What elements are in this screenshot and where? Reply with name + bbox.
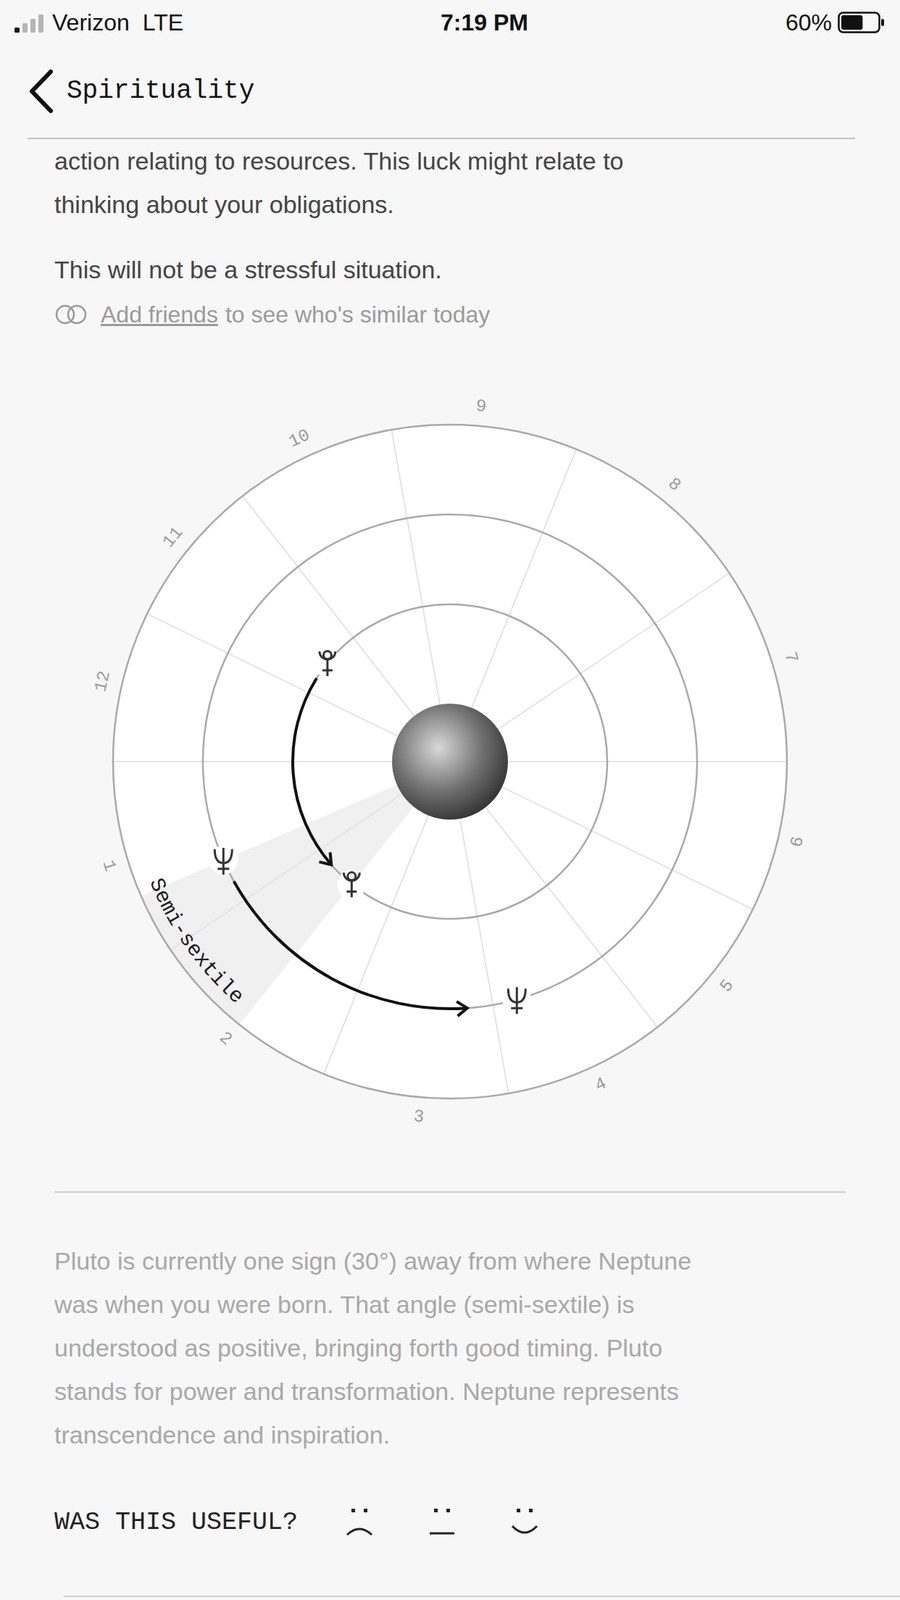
back-button[interactable]: Spirituality bbox=[27, 68, 255, 114]
smile-face-icon bbox=[506, 1504, 543, 1541]
frown-face-button[interactable] bbox=[341, 1504, 378, 1541]
house-number: 11 bbox=[158, 523, 187, 552]
neutral-face-icon bbox=[423, 1504, 461, 1541]
house-number: 3 bbox=[413, 1106, 426, 1127]
explanation-line: Pluto is currently one sign (30°) away f… bbox=[54, 1239, 846, 1283]
house-number: 9 bbox=[475, 396, 488, 417]
feedback-question: WAS THIS USEFUL? bbox=[54, 1503, 298, 1543]
house-cusp-line bbox=[391, 429, 440, 705]
house-cusp-line bbox=[113, 760, 393, 763]
bottom-divider bbox=[63, 1595, 900, 1598]
stress-line: This will not be a stressful situation. bbox=[54, 247, 846, 292]
network-label: LTE bbox=[142, 5, 184, 40]
house-cusp-line bbox=[242, 496, 415, 716]
explanation-section: Pluto is currently one sign (30°) away f… bbox=[0, 1239, 900, 1457]
nav-bar: Spirituality bbox=[27, 44, 856, 140]
back-label[interactable]: Spirituality bbox=[66, 71, 255, 111]
battery-label: 60% bbox=[785, 5, 832, 40]
house-number: 5 bbox=[715, 976, 738, 997]
house-cusp-line bbox=[471, 449, 577, 708]
house-number: 2 bbox=[215, 1027, 236, 1050]
house-number: 1 bbox=[97, 857, 120, 874]
friends-row: Add friendsto see who's similar today bbox=[54, 297, 846, 332]
orbit-ring bbox=[202, 514, 698, 1009]
house-cusp-line bbox=[460, 818, 509, 1094]
carrier-label: Verizon bbox=[52, 5, 130, 40]
feedback-row: WAS THIS USEFUL? bbox=[0, 1497, 900, 1548]
orbit-ring bbox=[113, 424, 787, 1099]
house-cusp-line bbox=[485, 807, 658, 1027]
explanation-line: stands for power and transformation. Nep… bbox=[54, 1369, 846, 1414]
divider bbox=[54, 1191, 846, 1193]
back-chevron-icon bbox=[27, 68, 56, 114]
house-cusp-line bbox=[507, 760, 787, 763]
earth-image bbox=[392, 703, 508, 820]
explanation-line: was when you were born. That angle (semi… bbox=[54, 1282, 846, 1327]
friends-icon bbox=[54, 303, 88, 326]
frown-face-icon bbox=[341, 1504, 378, 1541]
house-number: 7 bbox=[779, 649, 802, 666]
smile-face-button[interactable] bbox=[506, 1504, 543, 1541]
aspect-label: Semi-sextile bbox=[144, 874, 249, 1009]
house-number: 10 bbox=[285, 425, 314, 453]
status-right: 60% bbox=[785, 5, 886, 40]
natal-neptune-icon bbox=[214, 847, 232, 875]
neptune-motion-arrow bbox=[234, 881, 468, 1009]
friends-text: to see who's similar today bbox=[225, 297, 490, 332]
time-label: 7:19 PM bbox=[440, 5, 529, 40]
neutral-face-button[interactable] bbox=[423, 1504, 461, 1541]
feedback-faces bbox=[341, 1504, 543, 1541]
battery-icon bbox=[837, 11, 886, 34]
signal-icon bbox=[14, 12, 47, 33]
reading-line: action relating to resources. This luck … bbox=[54, 139, 846, 183]
house-cusp-line bbox=[170, 794, 402, 950]
transit-chart: 123456789101112Semi-sextile bbox=[0, 376, 900, 1145]
aspect-wedge bbox=[141, 761, 450, 1025]
reading-section: action relating to resources. This luck … bbox=[0, 139, 900, 332]
house-cusp-line bbox=[323, 815, 429, 1074]
reading-line: thinking about your obligations. bbox=[54, 182, 846, 227]
status-bar: Verizon LTE 7:19 PM 60% bbox=[0, 0, 900, 45]
explanation-line: transcendence and inspiration. bbox=[54, 1413, 846, 1457]
house-number: 4 bbox=[592, 1073, 610, 1097]
chart-disk bbox=[113, 424, 787, 1099]
house-number: 12 bbox=[90, 668, 115, 694]
house-number: 8 bbox=[664, 473, 685, 496]
orbit-ring bbox=[292, 604, 608, 919]
natal-pluto-icon bbox=[319, 651, 336, 677]
add-friends-link[interactable]: Add friends bbox=[100, 297, 219, 332]
explanation-line: understood as positive, bringing forth g… bbox=[54, 1326, 846, 1370]
house-number: 6 bbox=[786, 834, 809, 850]
pluto-motion-arrow bbox=[292, 678, 332, 865]
house-cusp-line bbox=[497, 573, 729, 729]
status-left: Verizon LTE bbox=[14, 5, 184, 40]
transit-pluto-icon bbox=[343, 872, 360, 898]
transit-neptune-icon bbox=[507, 986, 526, 1014]
battery-fill bbox=[841, 15, 863, 30]
